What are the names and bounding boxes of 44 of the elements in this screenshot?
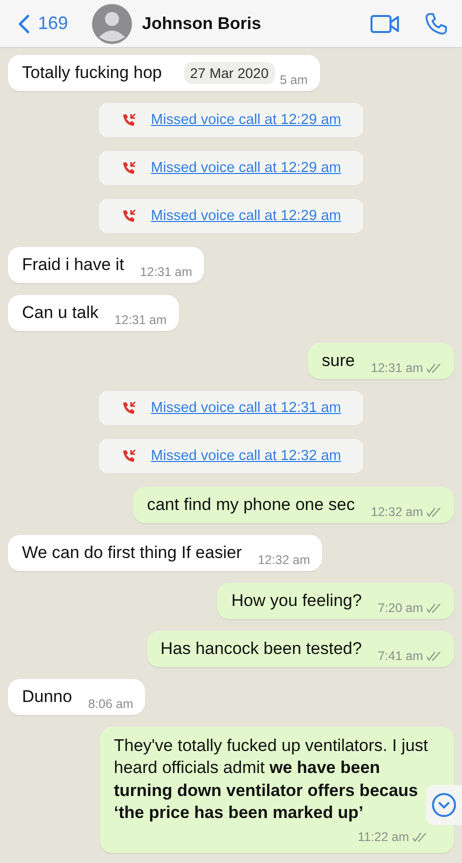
message-time: 11:22 am (358, 828, 409, 846)
date-chip: 27 Mar 2020 (184, 62, 275, 84)
message-text: cant find my phone one sec (146, 495, 355, 515)
missed-call-link[interactable]: Missed voice call at 12:31 am (150, 400, 342, 416)
double-tick-icon (412, 832, 428, 842)
message-text: They've totally fucked up ventilators. I just heard officials admit we have been turning down ventilator offers becaus ‘the price has been marked up’ (114, 735, 428, 824)
missed-call-icon (120, 208, 137, 224)
message-text: sure (322, 351, 355, 371)
message-time: 12:31 am (140, 265, 192, 279)
missed-call-icon (120, 112, 137, 128)
message-time: 12:31 am (370, 361, 423, 375)
missed-call-link[interactable]: Missed voice call at 12:29 am (150, 160, 342, 176)
message-time: 8:06 am (88, 697, 134, 711)
message-time: 7:41 am (378, 649, 423, 663)
message-time: 12:32 am (370, 505, 423, 519)
message-time: 12:31 am (114, 313, 167, 327)
missed-call-icon (120, 400, 137, 416)
phone-icon[interactable] (424, 12, 448, 36)
message-time: 7:20 am (378, 601, 423, 615)
avatar-icon[interactable] (92, 4, 132, 44)
message-text: We can do first thing If easier (22, 543, 242, 563)
double-tick-icon (426, 603, 442, 613)
message-text: Has hancock been tested? (160, 639, 362, 659)
missed-call-link[interactable]: Missed voice call at 12:29 am (150, 208, 342, 224)
double-tick-icon (426, 363, 442, 373)
missed-call-link[interactable]: Missed voice call at 12:29 am (150, 112, 342, 128)
double-tick-icon (426, 507, 442, 517)
back-button[interactable]: 169 (18, 13, 68, 34)
double-tick-icon (426, 651, 442, 661)
video-camera-icon[interactable] (370, 12, 400, 34)
missed-call-link[interactable]: Missed voice call at 12:32 am (150, 448, 342, 464)
missed-call-icon (120, 160, 137, 176)
chevron-down-icon (431, 792, 457, 818)
back-chevron-icon (18, 14, 30, 34)
message-text: Fraid i have it (22, 255, 124, 275)
contact-name[interactable]: Johnson Boris (142, 14, 346, 34)
message-text: Totally fucking hop (22, 63, 162, 83)
message-text: Dunno (22, 687, 72, 707)
scroll-down-button[interactable] (426, 785, 462, 825)
missed-call-icon (120, 448, 137, 464)
message-text: How you feeling? (231, 591, 362, 611)
message-time: 12:32 am (258, 553, 310, 567)
message-time: 5 am (280, 73, 308, 87)
message-text: Can u talk (22, 303, 99, 323)
